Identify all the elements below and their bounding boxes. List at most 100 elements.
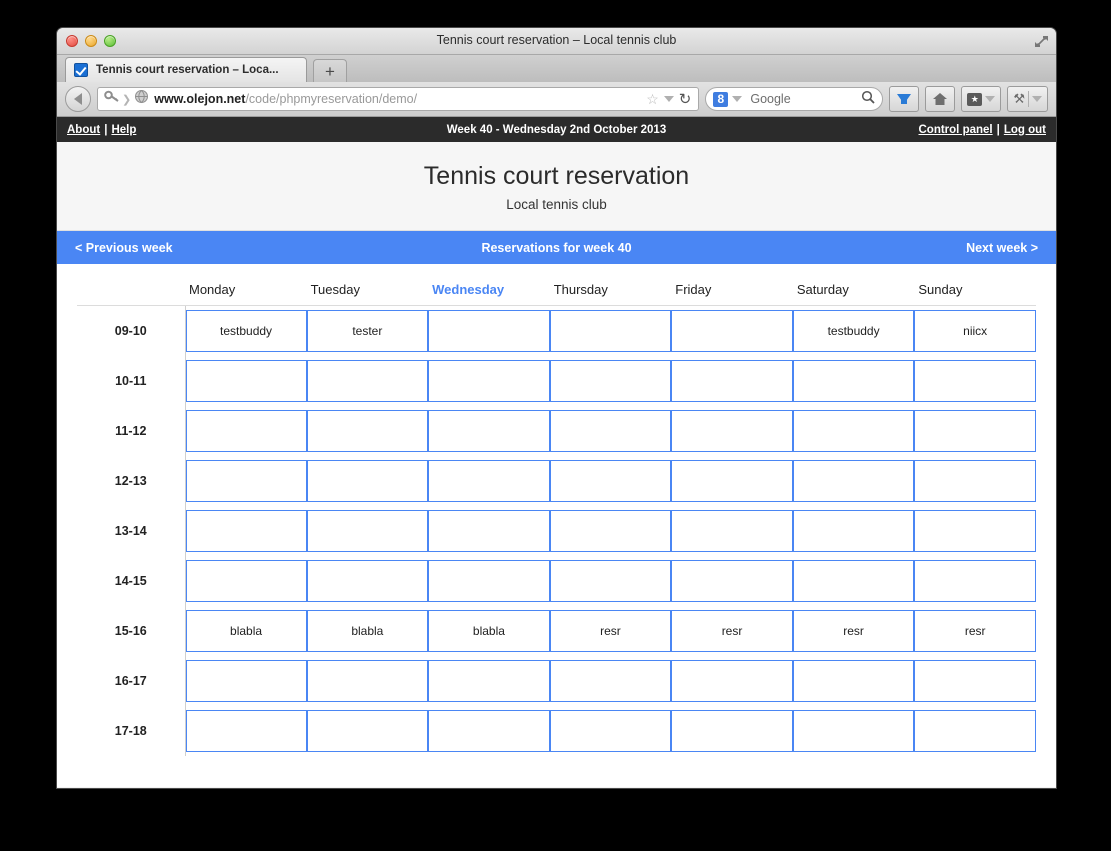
address-bar[interactable]: ❯ www.olejon.net/code/phpmyreservation/d…: [97, 87, 700, 111]
search-engine-badge[interactable]: 8: [713, 91, 729, 107]
reservation-slot[interactable]: [671, 410, 793, 452]
reservation-slot[interactable]: [428, 310, 550, 352]
reservation-slot[interactable]: [549, 360, 672, 402]
reservation-slot[interactable]: [306, 710, 429, 752]
day-header-saturday: Saturday: [792, 264, 915, 306]
back-button[interactable]: [65, 86, 91, 112]
reservation-slot[interactable]: [185, 360, 307, 402]
reservation-slot[interactable]: [306, 410, 429, 452]
slot-cell: [671, 706, 793, 756]
address-bar-actions: ☆ ↻: [646, 90, 694, 109]
reservation-slot[interactable]: resr: [914, 610, 1036, 652]
slot-cell: [428, 406, 550, 456]
slot-cell: [428, 656, 550, 706]
slot-cell: [185, 506, 307, 556]
reservation-slot[interactable]: [549, 560, 672, 602]
reservation-slot[interactable]: [671, 660, 793, 702]
reservation-slot[interactable]: [914, 660, 1036, 702]
site-top-bar: About | Help Week 40 - Wednesday 2nd Oct…: [57, 117, 1056, 142]
tab-title: Tennis court reservation – Loca...: [96, 64, 279, 76]
reservation-slot[interactable]: [914, 410, 1036, 452]
search-input[interactable]: Google: [750, 92, 861, 106]
reservation-slot[interactable]: [914, 460, 1036, 502]
reservation-slot[interactable]: [428, 510, 550, 552]
reservation-slot[interactable]: [185, 410, 307, 452]
reservation-slot[interactable]: [914, 360, 1036, 402]
reservation-slot[interactable]: [185, 710, 307, 752]
search-bar[interactable]: 8 Google: [705, 87, 884, 111]
reservation-slot[interactable]: [671, 560, 793, 602]
logout-link[interactable]: Log out: [1004, 124, 1046, 136]
reservation-slot[interactable]: [792, 660, 915, 702]
reservation-slot[interactable]: [671, 460, 793, 502]
reservation-slot[interactable]: [428, 560, 550, 602]
reservation-slot[interactable]: [549, 510, 672, 552]
reservation-slot[interactable]: resr: [549, 610, 672, 652]
slot-cell: [671, 356, 793, 406]
reservation-slot[interactable]: [428, 460, 550, 502]
search-engine-chevron-down-icon[interactable]: [732, 96, 743, 102]
reservation-slot[interactable]: [671, 360, 793, 402]
star-icon[interactable]: ☆: [646, 91, 659, 108]
reservation-slot[interactable]: [792, 710, 915, 752]
reservation-slot[interactable]: [185, 460, 307, 502]
reservation-slot[interactable]: [914, 710, 1036, 752]
reload-icon[interactable]: ↻: [679, 90, 692, 108]
reservation-slot[interactable]: [792, 510, 915, 552]
reservation-slot[interactable]: [671, 510, 793, 552]
bookmarks-chevron-down-icon[interactable]: [985, 96, 996, 102]
reservation-slot[interactable]: niicx: [914, 310, 1036, 352]
reservation-slot[interactable]: [792, 560, 915, 602]
slot-cell: [185, 406, 307, 456]
table-row: 15-16 blabla blabla blabla resr resr resr resr: [77, 606, 1036, 656]
browser-tab[interactable]: Tennis court reservation – Loca...: [65, 57, 307, 82]
reservation-slot[interactable]: [549, 410, 672, 452]
tools-chevron-down-icon[interactable]: [1032, 96, 1042, 102]
reservation-slot[interactable]: [306, 510, 429, 552]
reservation-slot[interactable]: [428, 360, 550, 402]
reservation-slot[interactable]: [549, 310, 672, 352]
download-button[interactable]: [889, 86, 920, 112]
magnifier-icon[interactable]: [861, 90, 875, 109]
slot-cell: [549, 306, 672, 357]
reservation-slot[interactable]: [185, 660, 307, 702]
reservation-slot[interactable]: [914, 560, 1036, 602]
slot-cell: resr: [549, 606, 672, 656]
reservation-slot[interactable]: resr: [671, 610, 793, 652]
reservation-slot[interactable]: [306, 460, 429, 502]
reservation-slot[interactable]: [306, 360, 429, 402]
fullscreen-arrows-icon[interactable]: [1033, 33, 1050, 50]
reservation-slot[interactable]: [671, 310, 793, 352]
reservation-slot[interactable]: blabla: [185, 610, 307, 652]
reservation-slot[interactable]: blabla: [306, 610, 429, 652]
chevron-down-icon[interactable]: [663, 96, 674, 102]
slot-cell: [914, 356, 1036, 406]
reservation-slot[interactable]: blabla: [428, 610, 550, 652]
reservation-slot[interactable]: [549, 460, 672, 502]
control-panel-link[interactable]: Control panel: [919, 124, 993, 136]
reservation-slot[interactable]: [549, 660, 672, 702]
reservation-slot[interactable]: [428, 710, 550, 752]
reservation-slot[interactable]: [306, 560, 429, 602]
bookmarks-button[interactable]: ★: [961, 86, 1002, 112]
reservation-slot[interactable]: tester: [306, 310, 429, 352]
reservation-slot[interactable]: [792, 460, 915, 502]
new-tab-button[interactable]: +: [313, 59, 347, 82]
home-button[interactable]: [925, 86, 956, 112]
next-week-link[interactable]: Next week >: [966, 241, 1038, 255]
reservation-slot[interactable]: testbuddy: [792, 310, 915, 352]
reservation-slot[interactable]: [671, 710, 793, 752]
tools-button[interactable]: ⚒: [1007, 86, 1048, 112]
reservation-slot[interactable]: [185, 510, 307, 552]
reservation-slot[interactable]: [185, 560, 307, 602]
reservation-slot[interactable]: [549, 710, 672, 752]
reservation-slot[interactable]: [428, 660, 550, 702]
reservation-slot[interactable]: [914, 510, 1036, 552]
reservation-slot[interactable]: [428, 410, 550, 452]
slot-cell: [792, 356, 915, 406]
reservation-slot[interactable]: [792, 410, 915, 452]
reservation-slot[interactable]: testbuddy: [185, 310, 307, 352]
reservation-slot[interactable]: resr: [792, 610, 915, 652]
reservation-slot[interactable]: [306, 660, 429, 702]
reservation-slot[interactable]: [792, 360, 915, 402]
